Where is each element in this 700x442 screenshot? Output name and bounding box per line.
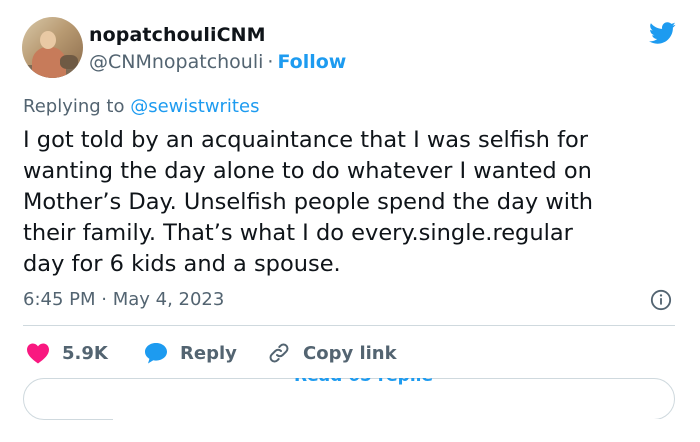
follow-button[interactable]: Follow: [277, 51, 346, 73]
info-icon[interactable]: [650, 289, 672, 311]
reply-button[interactable]: Reply: [144, 338, 237, 368]
separator-dot: ·: [267, 51, 274, 73]
user-handle[interactable]: @CNMnopatchouli: [89, 51, 263, 73]
replying-to-prefix: Replying to: [23, 96, 131, 117]
like-count: 5.9K: [62, 342, 108, 364]
image-crop: [113, 419, 700, 442]
copy-link-label: Copy link: [303, 342, 397, 364]
read-replies-label: Read 65 replies: [294, 378, 434, 386]
copy-link-button[interactable]: Copy link: [267, 338, 397, 368]
display-name[interactable]: nopatchouliCNM: [89, 24, 266, 46]
heart-icon: [27, 343, 49, 364]
twitter-bird-icon[interactable]: [646, 19, 678, 47]
avatar[interactable]: [22, 17, 83, 78]
handle-row: @CNMnopatchouli · Follow: [89, 51, 346, 73]
reply-label: Reply: [180, 342, 237, 364]
like-button[interactable]: 5.9K: [26, 338, 108, 368]
reply-bubble-icon: [145, 343, 167, 364]
link-icon: [269, 343, 289, 363]
replying-to: Replying to @sewistwrites: [23, 96, 259, 117]
tweet-header: nopatchouliCNM @CNMnopatchouli · Follow: [22, 17, 682, 81]
tweet-text: I got told by an acquaintance that I was…: [23, 127, 594, 277]
divider: [23, 325, 675, 326]
read-replies-clip: Read 65 replies: [294, 378, 434, 392]
action-bar: 5.9K Reply Copy link: [23, 338, 673, 368]
read-replies-button[interactable]: Read 65 replies: [23, 378, 675, 420]
tweet-timestamp[interactable]: 6:45 PM · May 4, 2023: [23, 289, 224, 310]
replying-to-mention[interactable]: @sewistwrites: [130, 96, 259, 117]
